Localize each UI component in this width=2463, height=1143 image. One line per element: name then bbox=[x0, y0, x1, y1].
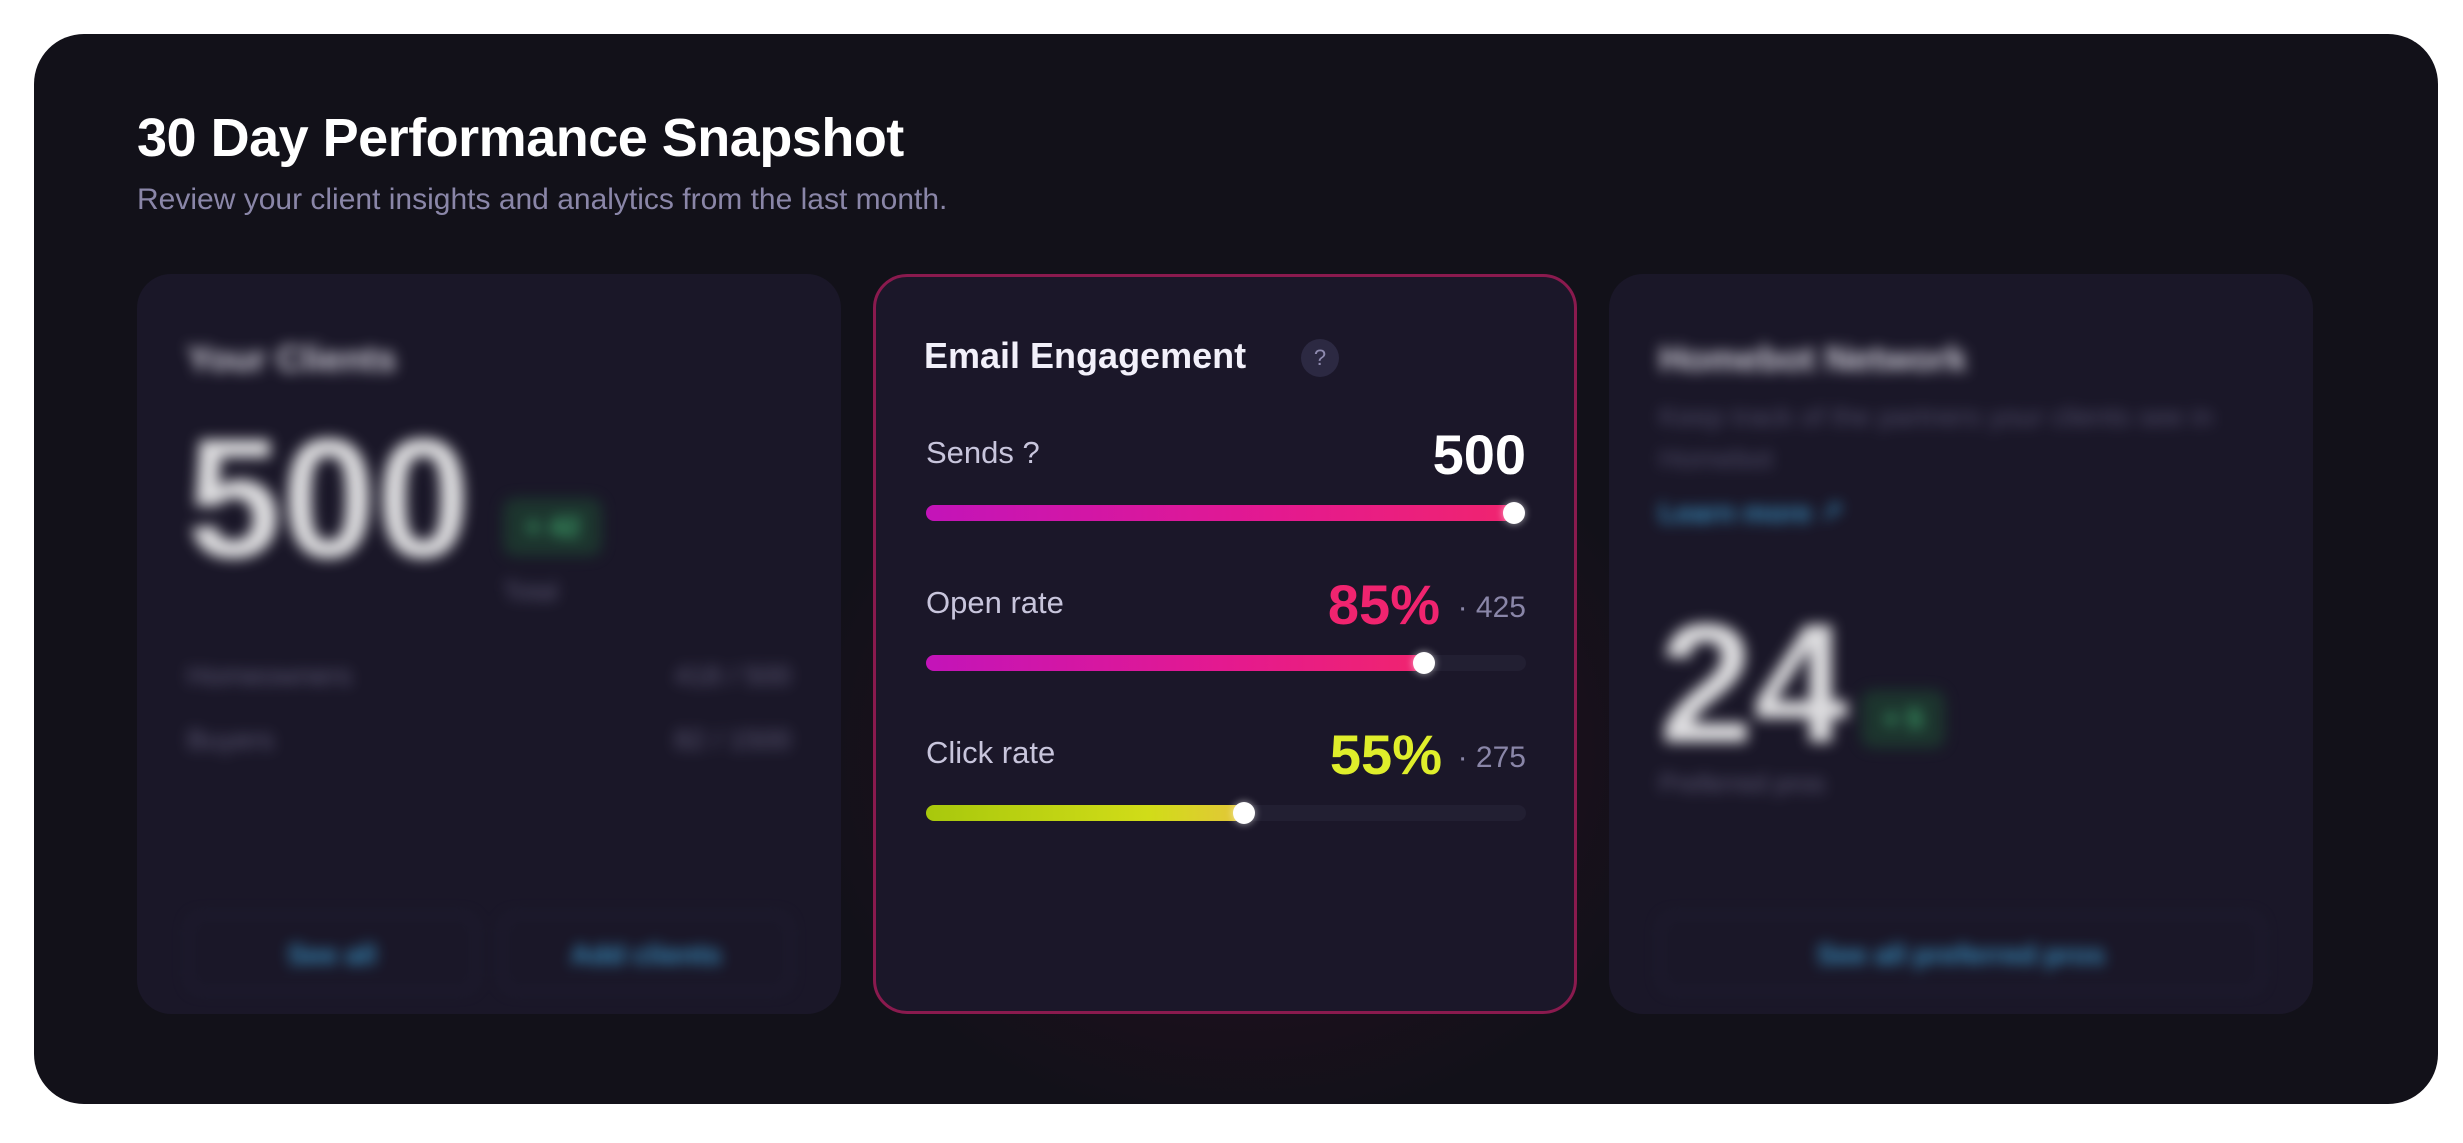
click-rate-label: Click rate bbox=[926, 735, 1056, 770]
click-rate-count: · 275 bbox=[1457, 741, 1526, 774]
clients-delta-badge: + 42 bbox=[503, 498, 603, 556]
snapshot-panel: 30 Day Performance Snapshot Review your … bbox=[34, 34, 2438, 1104]
page-title: 30 Day Performance Snapshot bbox=[137, 108, 904, 168]
learn-more-link[interactable]: Learn more ↗ bbox=[1659, 496, 1843, 529]
homebot-network-card: Homebot Network Keep track of the partne… bbox=[1609, 274, 2313, 1014]
see-all-preferred-pros-button[interactable]: See all preferred pros bbox=[1659, 914, 2263, 992]
click-rate-value: 55% bbox=[1329, 723, 1442, 786]
network-delta-badge: + 5 bbox=[1861, 690, 1945, 748]
help-icon[interactable]: ? bbox=[1301, 339, 1339, 377]
homeowners-value: 418 / 500 bbox=[674, 660, 791, 691]
see-all-clients-button[interactable]: See all bbox=[187, 914, 477, 992]
page-subtitle: Review your client insights and analytic… bbox=[137, 183, 948, 216]
sends-label: Sends ? bbox=[926, 435, 1040, 470]
email-card-title: Email Engagement bbox=[924, 335, 1247, 376]
network-card-title: Homebot Network bbox=[1659, 338, 1968, 379]
sends-bar-knob bbox=[1503, 502, 1525, 524]
network-description: Keep track of the partners your clients … bbox=[1659, 401, 2214, 474]
clients-card-content: Your Clients 500 + 42 Total Homeowners 4… bbox=[137, 274, 841, 1014]
buyers-value: 82 / 1500 bbox=[674, 724, 791, 755]
add-clients-button[interactable]: Add clients bbox=[501, 914, 791, 992]
clients-total-value: 500 bbox=[187, 404, 471, 594]
open-rate-bar bbox=[926, 652, 1526, 674]
open-rate-bar-knob bbox=[1413, 652, 1435, 674]
network-card-content: Homebot Network Keep track of the partne… bbox=[1609, 274, 2313, 1014]
click-rate-bar-knob bbox=[1233, 802, 1255, 824]
open-rate-label: Open rate bbox=[926, 585, 1064, 620]
click-rate-bar bbox=[926, 802, 1526, 824]
open-rate-count: · 425 bbox=[1457, 591, 1526, 624]
open-rate-value: 85% bbox=[1327, 573, 1440, 636]
clients-card-title: Your Clients bbox=[187, 338, 397, 379]
preferred-pros-label: Preferred pros bbox=[1659, 768, 1826, 798]
click-rate-bar-fill bbox=[926, 805, 1244, 821]
sends-value: 500 bbox=[1432, 423, 1526, 486]
homeowners-label: Homeowners bbox=[187, 660, 352, 691]
preferred-pros-value: 24 bbox=[1659, 589, 1849, 779]
buyers-label: Buyers bbox=[187, 724, 275, 755]
sends-bar-fill bbox=[926, 505, 1514, 521]
clients-total-label: Total bbox=[503, 576, 558, 606]
email-engagement-card: Email Engagement ? Sends ? 500 Open rate… bbox=[873, 274, 1577, 1014]
sends-bar bbox=[926, 502, 1526, 524]
open-rate-bar-fill bbox=[926, 655, 1424, 671]
clients-card: Your Clients 500 + 42 Total Homeowners 4… bbox=[137, 274, 841, 1014]
